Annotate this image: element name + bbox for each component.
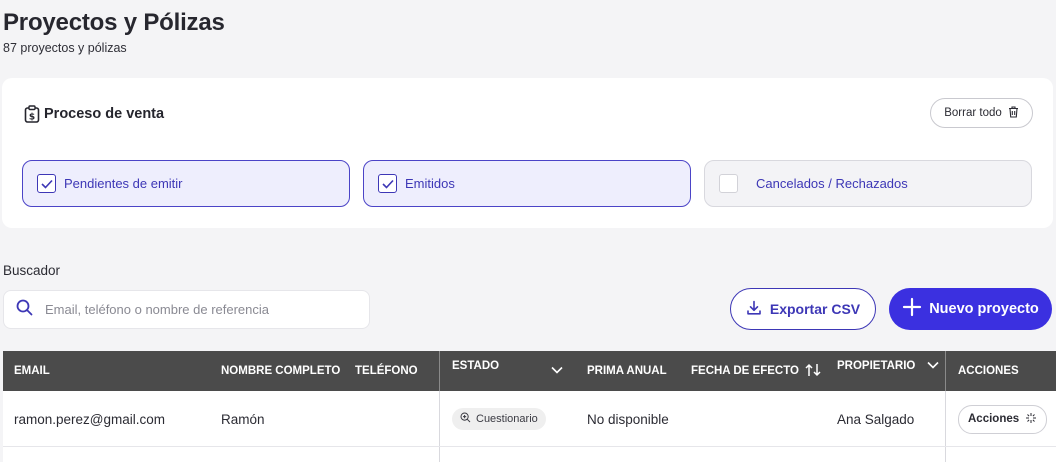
column-header-owner[interactable]: PROPIETARIO xyxy=(837,351,939,386)
checkbox-checked[interactable] xyxy=(37,174,56,193)
status-badge-label: Cuestionario xyxy=(476,413,538,425)
column-header-actions: ACCIONES xyxy=(958,365,1019,377)
column-header-owner-label: PROPIETARIO xyxy=(837,360,916,372)
row-actions-button[interactable]: Acciones xyxy=(958,404,1048,434)
checkbox-unchecked[interactable] xyxy=(719,174,738,193)
column-header-email[interactable]: EMAIL xyxy=(14,351,50,391)
checkmark-icon xyxy=(381,179,394,189)
clear-all-label: Borrar todo xyxy=(944,107,1002,119)
filter-option-issued[interactable]: Emitidos xyxy=(363,160,691,207)
filter-option-label: Pendientes de emitir xyxy=(64,176,183,191)
export-csv-button[interactable]: Exportar CSV xyxy=(730,288,876,330)
table-row[interactable]: ramon.perez@gmail.com Ramón Cuestionario… xyxy=(3,391,1056,447)
search-icon xyxy=(16,299,33,321)
clipboard-dollar-icon: $ xyxy=(24,105,40,123)
filter-option-label: Cancelados / Rechazados xyxy=(756,176,908,191)
cell-actions: Acciones xyxy=(958,391,1048,447)
chevron-down-icon[interactable] xyxy=(551,365,563,377)
clear-all-button[interactable]: Borrar todo xyxy=(930,98,1033,128)
trash-icon xyxy=(1008,105,1019,121)
export-csv-label: Exportar CSV xyxy=(769,301,861,317)
filter-option-pending[interactable]: Pendientes de emitir xyxy=(22,160,350,207)
page-title: Proyectos y Pólizas xyxy=(3,9,225,36)
filter-option-cancelled[interactable]: Cancelados / Rechazados xyxy=(704,160,1032,207)
table-header: EMAIL NOMBRE COMPLETO TELÉFONO ESTADO PR… xyxy=(3,351,1056,391)
filter-option-label: Emitidos xyxy=(405,176,455,191)
column-header-effective-date[interactable]: FECHA DE EFECTO xyxy=(691,351,821,391)
checkbox-checked[interactable] xyxy=(378,174,397,193)
download-icon xyxy=(746,300,762,319)
projects-table: EMAIL NOMBRE COMPLETO TELÉFONO ESTADO PR… xyxy=(3,351,1056,462)
filter-heading: $ Proceso de venta xyxy=(24,105,164,123)
column-header-phone[interactable]: TELÉFONO xyxy=(355,351,418,391)
chevron-down-icon[interactable] xyxy=(927,360,939,372)
column-divider xyxy=(945,351,946,391)
cell-owner: Ana Salgado xyxy=(837,411,915,427)
column-header-status-label: ESTADO xyxy=(452,360,500,372)
zoom-search-icon xyxy=(460,412,471,426)
filter-heading-label: Proceso de venta xyxy=(44,106,165,122)
sort-arrows-icon[interactable] xyxy=(805,363,821,380)
plus-icon xyxy=(902,297,922,321)
search-box[interactable] xyxy=(3,290,370,329)
status-badge: Cuestionario xyxy=(452,408,546,430)
search-input[interactable] xyxy=(45,302,345,317)
cell-name: Ramón xyxy=(221,411,265,427)
column-header-status[interactable]: ESTADO xyxy=(452,351,499,386)
cell-email: ramon.perez@gmail.com xyxy=(14,411,166,427)
checkmark-icon xyxy=(40,179,53,189)
column-header-premium[interactable]: PRIMA ANUAL xyxy=(587,351,667,391)
table-row[interactable] xyxy=(3,448,1056,462)
cell-premium: No disponible xyxy=(587,411,669,427)
new-project-label: Nuevo proyecto xyxy=(929,301,1039,317)
column-header-effective-date-label: FECHA DE EFECTO xyxy=(691,365,799,377)
new-project-button[interactable]: Nuevo proyecto xyxy=(889,288,1052,330)
search-label: Buscador xyxy=(3,263,61,278)
column-divider xyxy=(439,351,440,391)
cell-status: Cuestionario xyxy=(452,391,546,447)
sales-process-filter-card: $ Proceso de venta Borrar todo Pendiente… xyxy=(2,78,1053,228)
sparkle-icon xyxy=(1025,412,1037,427)
svg-text:$: $ xyxy=(29,113,35,123)
row-actions-label: Acciones xyxy=(968,413,1020,425)
page-subtitle: 87 proyectos y pólizas xyxy=(3,41,127,55)
column-header-name[interactable]: NOMBRE COMPLETO xyxy=(221,351,340,391)
